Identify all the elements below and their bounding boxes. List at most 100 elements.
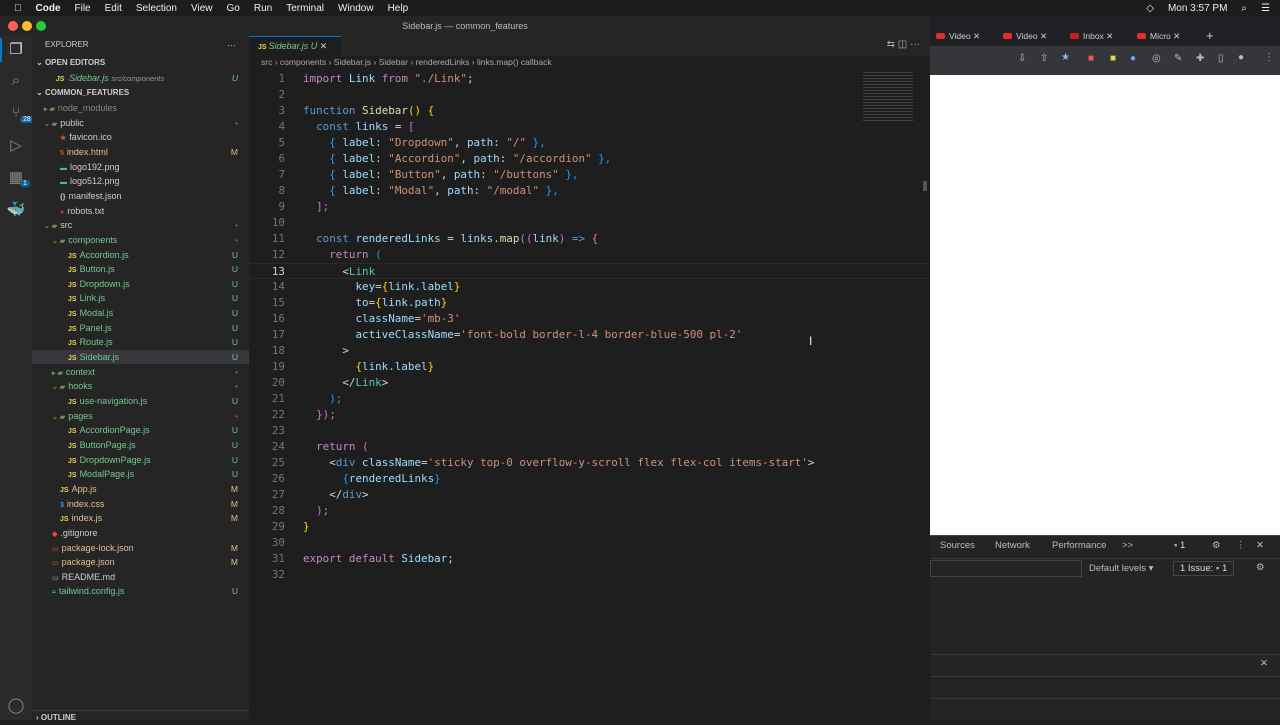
code-line[interactable]: 10 (249, 215, 930, 231)
new-tab-button[interactable]: + (1206, 26, 1214, 46)
browser-tab[interactable]: Video ✕ (936, 26, 980, 46)
clock[interactable]: Mon 3:57 PM (1168, 3, 1227, 14)
scrollbar[interactable] (923, 181, 927, 191)
menu-view[interactable]: View (191, 3, 213, 14)
log-levels-dropdown[interactable]: Default levels ▾ (1089, 563, 1153, 574)
code-line[interactable]: 12 return ( (249, 247, 930, 263)
browser-tab[interactable]: Micro ✕ (1137, 26, 1180, 46)
code-line[interactable]: 32 (249, 567, 930, 583)
devtools-tab-sources[interactable]: Sources (940, 540, 975, 551)
code-line[interactable]: 20 </Link> (249, 375, 930, 391)
project-header[interactable]: ⌄ COMMON_FEATURES (32, 86, 249, 100)
tree-item[interactable]: ⌄ ▰ pages • (32, 409, 249, 423)
extension-icon[interactable]: ■ (1088, 53, 1094, 64)
close-devtools-icon[interactable]: ✕ (1256, 540, 1264, 551)
menu-window[interactable]: Window (338, 3, 374, 14)
close-tab-icon[interactable]: ✕ (1038, 31, 1047, 41)
code-line[interactable]: 29} (249, 519, 930, 535)
minimap[interactable] (863, 72, 913, 122)
menu-icon[interactable]: ⋮ (1264, 52, 1274, 63)
code-line[interactable]: 15 to={link.path} (249, 295, 930, 311)
tree-item[interactable]: JS Panel.js U (32, 321, 249, 335)
source-control-icon[interactable]: ⑂ 28 (6, 104, 34, 124)
tree-item[interactable]: JS App.js M (32, 482, 249, 496)
code-line[interactable]: 23 (249, 423, 930, 439)
eyedropper-icon[interactable]: ✎ (1174, 53, 1182, 64)
spotlight-icon[interactable]: ⌕ (1241, 3, 1247, 14)
web-page[interactable] (930, 75, 1280, 535)
menu-go[interactable]: Go (227, 3, 240, 14)
console-settings-icon[interactable]: ⚙ (1256, 562, 1265, 573)
editor-actions[interactable]: ⇆ ◫ ··· (887, 39, 920, 50)
code-line[interactable]: 24 return ( (249, 439, 930, 455)
breadcrumb-item[interactable]: Sidebar.js (334, 57, 371, 67)
apple-icon[interactable]:  (14, 3, 22, 14)
tree-item[interactable]: ⌄ ▰ public • (32, 116, 249, 130)
code-editor[interactable]: JS Sidebar.js U ✕ ⇆ ◫ ··· src › componen… (249, 36, 930, 720)
code-line[interactable]: 16 className='mb-3' (249, 311, 930, 327)
more-icon[interactable]: ⋮ (1236, 540, 1246, 551)
share-icon[interactable]: ⇧ (1040, 53, 1048, 64)
console-filter-input[interactable] (930, 560, 1082, 577)
tree-item[interactable]: JS Link.js U (32, 291, 249, 305)
code-line[interactable]: 2 (249, 87, 930, 103)
code-line[interactable]: 21 ); (249, 391, 930, 407)
tree-item[interactable]: ▸ ▰ node_modules (32, 101, 249, 115)
browser-tab[interactable]: Video ✕ (1003, 26, 1047, 46)
tree-item[interactable]: JS ModalPage.js U (32, 467, 249, 481)
tree-item[interactable]: ≈ tailwind.config.js U (32, 584, 249, 598)
code-line[interactable]: 1 import Link from "./Link"; (249, 71, 930, 87)
tree-item[interactable]: ⌄ ▰ components • (32, 233, 249, 247)
docker-icon[interactable]: 🐳 (6, 200, 26, 220)
explorer-icon[interactable]: ❐ (6, 40, 26, 60)
breadcrumb-item[interactable]: Sidebar (379, 57, 408, 67)
code-line[interactable]: 30 (249, 535, 930, 551)
code-line[interactable]: 7 { label: "Button", path: "/buttons" }, (249, 167, 930, 183)
tree-item[interactable]: JS Accordion.js U (32, 248, 249, 262)
extensions-icon[interactable]: ▦ 1 (6, 168, 30, 188)
run-debug-icon[interactable]: ▷ (6, 136, 26, 156)
tree-item[interactable]: JS Button.js U (32, 262, 249, 276)
more-actions-icon[interactable]: ··· (227, 38, 247, 52)
tree-item[interactable]: JS Modal.js U (32, 306, 249, 320)
sidepanel-icon[interactable]: ▯ (1218, 53, 1224, 64)
tab-sidebar-js[interactable]: JS Sidebar.js U ✕ (249, 36, 341, 56)
code-line[interactable]: 18 > (249, 343, 930, 359)
code-line[interactable]: 13 <Link (249, 263, 930, 279)
code-line[interactable]: 5 { label: "Dropdown", path: "/" }, (249, 135, 930, 151)
tree-item[interactable]: ⌄ ▰ hooks • (32, 379, 249, 393)
tree-item[interactable]: ▬ logo192.png (32, 160, 249, 174)
profile-icon[interactable]: ● (1238, 52, 1244, 63)
breadcrumb-item[interactable]: components (280, 57, 326, 67)
tree-item[interactable]: JS Dropdown.js U (32, 277, 249, 291)
code-line[interactable]: 11 const renderedLinks = links.map((link… (249, 231, 930, 247)
tree-item[interactable]: 3 index.css M (32, 497, 249, 511)
tree-item[interactable]: ▭ README.md (32, 570, 249, 584)
tree-item[interactable]: JS index.js M (32, 511, 249, 525)
menu-help[interactable]: Help (388, 3, 409, 14)
code-line[interactable]: 26 {renderedLinks} (249, 471, 930, 487)
extension-icon[interactable]: ● (1130, 53, 1136, 64)
messages-badge[interactable]: ▪ 1 (1174, 540, 1185, 551)
code-line[interactable]: 22 }); (249, 407, 930, 423)
account-icon[interactable]: ◯ (6, 696, 26, 716)
breadcrumb-item[interactable]: src (261, 57, 272, 67)
tree-item[interactable]: ★ favicon.ico (32, 130, 249, 144)
bookmark-star-icon[interactable]: ★ (1061, 52, 1070, 63)
tree-item[interactable]: JS use-navigation.js U (32, 394, 249, 408)
close-drawer-icon[interactable]: ✕ (1260, 658, 1268, 669)
tree-item[interactable]: JS ButtonPage.js U (32, 438, 249, 452)
menu-terminal[interactable]: Terminal (286, 3, 324, 14)
close-tab-icon[interactable]: ✕ (971, 31, 980, 41)
menu-file[interactable]: File (75, 3, 91, 14)
menu-app[interactable]: Code (36, 3, 61, 14)
install-icon[interactable]: ⇩ (1018, 53, 1026, 64)
outline-header[interactable]: › OUTLINE (32, 710, 249, 724)
extension-icon[interactable]: ◎ (1152, 53, 1161, 64)
menu-run[interactable]: Run (254, 3, 272, 14)
code-line[interactable]: 19 {link.label} (249, 359, 930, 375)
maximize-window-button[interactable] (36, 21, 46, 31)
issues-button[interactable]: 1 Issue: ▪ 1 (1173, 561, 1235, 576)
code-line[interactable]: 17 activeClassName='font-bold border-l-4… (249, 327, 930, 343)
code-line[interactable]: 14 key={link.label} (249, 279, 930, 295)
